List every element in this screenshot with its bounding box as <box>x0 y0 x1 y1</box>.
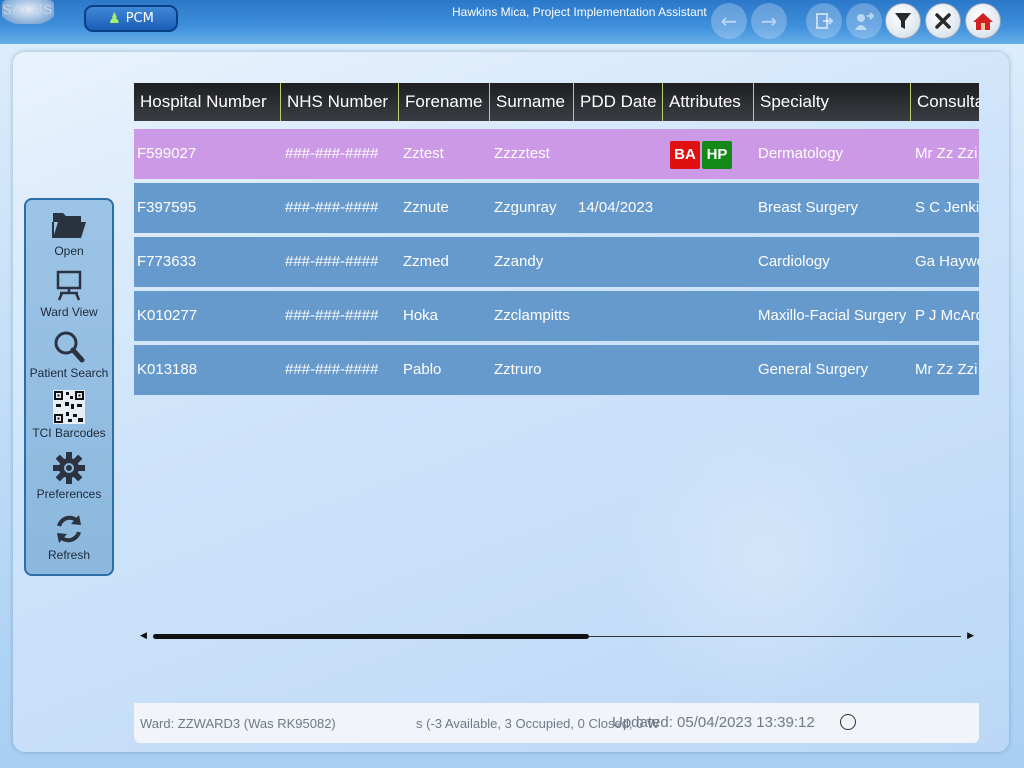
sidebar-item-label: Preferences <box>36 487 102 501</box>
column-header-consultant[interactable]: Consultant <box>911 83 979 121</box>
cell-hospital-number: F599027 <box>137 145 197 162</box>
home-button[interactable] <box>965 3 1001 39</box>
status-indicator-icon <box>840 714 856 730</box>
transfer-button[interactable] <box>846 3 882 39</box>
pcm-button-label: PCM <box>125 11 154 26</box>
sidebar-item-label: Patient Search <box>29 366 109 380</box>
user-title: Hawkins Mica, Project Implementation Ass… <box>452 5 707 19</box>
cell-consultant: S C Jenki <box>915 199 979 216</box>
cell-hospital-number: F397595 <box>137 199 197 216</box>
title-bar: SALUS ♟ PCM Hawkins Mica, Project Implem… <box>0 0 1024 44</box>
attribute-badge-ba: BA <box>670 141 700 169</box>
cell-consultant: P J McArd <box>915 307 979 324</box>
ward-label: Ward: ZZWARD3 (Was RK95082) <box>140 716 336 731</box>
cell-consultant: Mr Zz Zzi <box>915 145 978 162</box>
refresh-icon <box>57 515 81 543</box>
cell-specialty: General Surgery <box>758 361 869 378</box>
sidebar-item-label: Open <box>54 244 84 258</box>
folder-open-icon <box>52 213 86 238</box>
sidebar-item-label: Refresh <box>47 548 91 562</box>
sidebar-item-ward-view[interactable]: Ward View <box>26 269 112 319</box>
close-icon <box>935 13 951 29</box>
magnifier-icon <box>54 331 85 363</box>
sidebar: Open Ward View Patient Search TCI Barcod… <box>24 198 114 576</box>
grid-header: Hospital Number NHS Number Forename Surn… <box>134 83 979 121</box>
column-header-specialty[interactable]: Specialty <box>754 83 911 121</box>
back-arrow-icon: ← <box>720 9 738 33</box>
attribute-badge-hp: HP <box>702 141 732 169</box>
filter-button[interactable] <box>885 3 921 39</box>
cell-consultant: Mr Zz Zzi <box>915 361 978 378</box>
patient-grid: Hospital Number NHS Number Forename Surn… <box>134 83 979 403</box>
gear-icon <box>53 452 85 484</box>
cell-hospital-number: F773633 <box>137 253 197 270</box>
cell-specialty: Cardiology <box>758 253 830 270</box>
column-header-pdd-date[interactable]: PDD Date <box>574 83 663 121</box>
cell-surname: Zzzztest <box>494 145 550 162</box>
cell-nhs-number: ###-###-#### <box>285 145 379 162</box>
table-row[interactable]: K013188 ###-###-#### Pablo Zztruro Gener… <box>134 345 979 395</box>
logout-button[interactable] <box>806 3 842 39</box>
back-button[interactable]: ← <box>711 3 747 39</box>
cell-consultant: Ga Haywo <box>915 253 979 270</box>
cell-surname: Zzclampitts <box>494 307 570 324</box>
background-glow <box>613 412 913 712</box>
scroll-thumb[interactable] <box>153 634 589 639</box>
sidebar-item-preferences[interactable]: Preferences <box>26 451 112 501</box>
sidebar-item-refresh[interactable]: Refresh <box>26 512 112 562</box>
forward-button[interactable]: → <box>751 3 787 39</box>
cell-nhs-number: ###-###-#### <box>285 307 379 324</box>
sidebar-item-label: Ward View <box>40 305 98 319</box>
close-button[interactable] <box>925 3 961 39</box>
cell-forename: Pablo <box>403 361 442 378</box>
scroll-right-arrow-icon[interactable]: ▶ <box>967 631 974 641</box>
horizontal-scrollbar[interactable]: ◀ ▶ <box>138 628 976 644</box>
cell-hospital-number: K010277 <box>137 307 198 324</box>
column-header-attributes[interactable]: Attributes <box>663 83 754 121</box>
transfer-icon <box>855 12 875 30</box>
sidebar-item-open[interactable]: Open <box>26 208 112 258</box>
cell-nhs-number: ###-###-#### <box>285 199 379 216</box>
status-bar: Ward: ZZWARD3 (Was RK95082) s (-3 Availa… <box>134 703 979 743</box>
sidebar-item-tci-barcodes[interactable]: TCI Barcodes <box>26 390 112 440</box>
qr-code-icon <box>53 390 85 424</box>
cell-surname: Zzgunray <box>494 199 557 216</box>
pcm-module-button[interactable]: ♟ PCM <box>84 5 178 32</box>
salus-logo: SALUS <box>2 0 54 24</box>
table-row[interactable]: F599027 ###-###-#### Zztest Zzzztest BA … <box>134 129 979 179</box>
cell-forename: Zznute <box>403 199 449 216</box>
scroll-left-arrow-icon[interactable]: ◀ <box>140 631 147 641</box>
table-row[interactable]: K010277 ###-###-#### Hoka Zzclampitts Ma… <box>134 291 979 341</box>
home-icon <box>973 13 993 30</box>
cell-specialty: Dermatology <box>758 145 844 162</box>
updated-timestamp: Updated: 05/04/2023 13:39:12 <box>612 714 815 731</box>
table-row[interactable]: F773633 ###-###-#### Zzmed Zzandy Cardio… <box>134 237 979 287</box>
people-icon: ♟ <box>108 10 121 27</box>
cell-forename: Hoka <box>403 307 439 324</box>
column-header-surname[interactable]: Surname <box>490 83 574 121</box>
cell-pdd-date: 14/04/2023 <box>578 199 654 216</box>
column-header-forename[interactable]: Forename <box>399 83 490 121</box>
sidebar-item-patient-search[interactable]: Patient Search <box>26 330 112 380</box>
cell-hospital-number: K013188 <box>137 361 198 378</box>
logout-icon <box>816 13 834 29</box>
sidebar-item-label: TCI Barcodes <box>32 426 106 440</box>
cell-specialty: Breast Surgery <box>758 199 859 216</box>
filter-icon <box>895 13 911 29</box>
cell-nhs-number: ###-###-#### <box>285 253 379 270</box>
cell-nhs-number: ###-###-#### <box>285 361 379 378</box>
cell-surname: Zztruro <box>494 361 542 378</box>
ward-view-icon <box>56 270 82 301</box>
cell-forename: Zztest <box>403 145 444 162</box>
forward-arrow-icon: → <box>760 9 778 33</box>
table-row[interactable]: F397595 ###-###-#### Zznute Zzgunray 14/… <box>134 183 979 233</box>
cell-forename: Zzmed <box>403 253 449 270</box>
cell-specialty: Maxillo-Facial Surgery <box>758 307 907 324</box>
column-header-hospital-number[interactable]: Hospital Number <box>134 83 281 121</box>
column-header-nhs-number[interactable]: NHS Number <box>281 83 399 121</box>
cell-surname: Zzandy <box>494 253 544 270</box>
